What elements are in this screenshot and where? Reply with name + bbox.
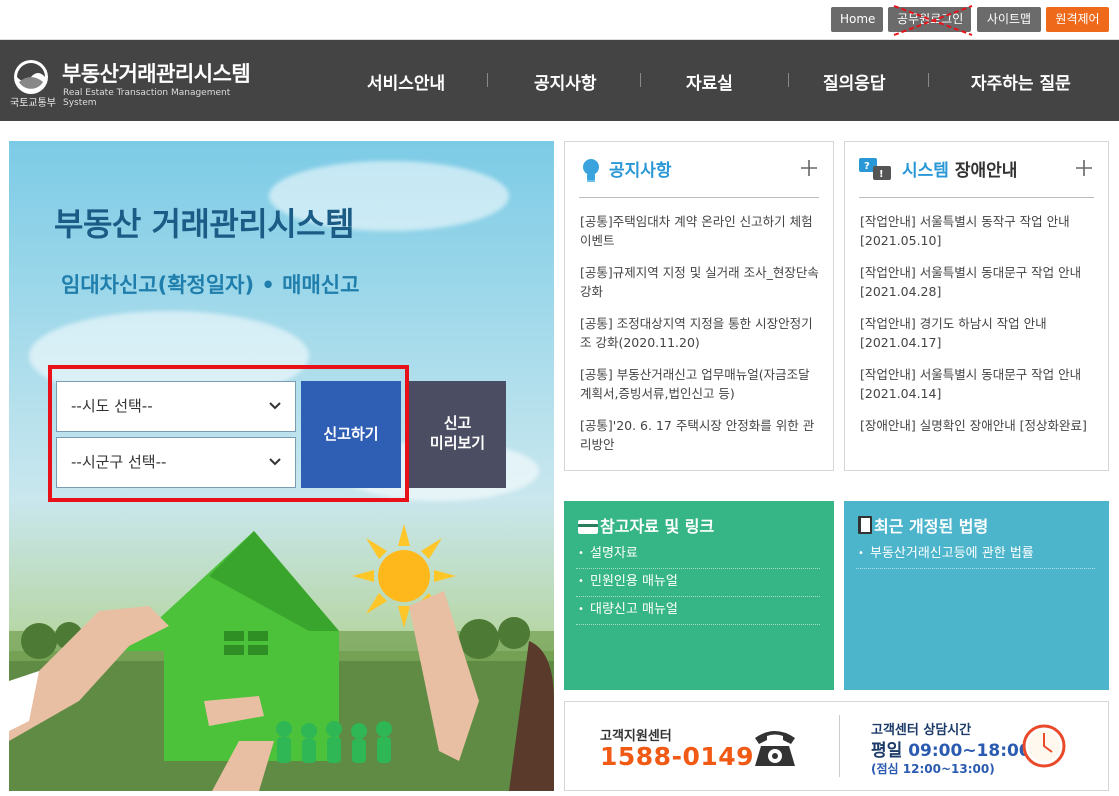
customer-center-phone: 1588-0149 — [600, 742, 755, 771]
preview-label-line2: 미리보기 — [429, 434, 486, 452]
plus-icon[interactable] — [1076, 160, 1092, 176]
divider — [839, 715, 840, 777]
lunch-hours: (점심 12:00~13:00) — [871, 762, 995, 776]
sido-select[interactable]: --시도 선택-- — [56, 381, 296, 432]
references-list: 설명자료 민원인용 매뉴얼 대량신고 매뉴얼 — [576, 541, 820, 625]
notice-title[interactable]: 공지사항 — [609, 156, 672, 181]
outage-title-rest: 장애안내 — [948, 161, 1018, 181]
report-button[interactable]: 신고하기 — [301, 381, 401, 488]
remote-control-button[interactable]: 원격제어 — [1046, 7, 1109, 32]
notice-title-text: 공지사항 — [609, 161, 672, 181]
nav-separator — [640, 73, 641, 87]
plus-icon[interactable] — [801, 160, 817, 176]
nav-separator — [487, 73, 488, 87]
laws-list: 부동산거래신고등에 관한 법률 — [856, 541, 1095, 569]
references-panel: 참고자료 및 링크 설명자료 민원인용 매뉴얼 대량신고 매뉴얼 — [564, 501, 834, 690]
notice-item[interactable]: [공통]'20. 6. 17 주택시장 안정화를 위한 관리방안 — [580, 416, 819, 454]
notice-item[interactable]: [공통] 부동산거래신고 업무매뉴얼(자금조달계획서,증빙서류,법인신고 등) — [580, 365, 819, 403]
chevron-down-icon — [269, 458, 281, 466]
clock-icon — [1022, 724, 1066, 768]
book-icon — [858, 516, 872, 534]
reference-link[interactable]: 대량신고 매뉴얼 — [576, 597, 820, 625]
outage-panel: ? ! 시스템 장애안내 [작업안내] 서울특별시 동작구 작업 안내 [202… — [844, 141, 1109, 471]
chat-icon: ? ! — [859, 158, 891, 180]
customer-center: 고객지원센터 1588-0149 고객센터 상담시간 평일 09:00~18:0… — [564, 701, 1109, 791]
hero-illustration — [9, 524, 554, 791]
chevron-down-icon — [269, 402, 281, 410]
outage-item[interactable]: [작업안내] 서울특별시 동대문구 작업 안내 [2021.04.28] — [860, 263, 1094, 301]
outage-title-accent: 시스템 — [902, 161, 949, 181]
nav-separator — [788, 73, 789, 87]
law-link[interactable]: 부동산거래신고등에 관한 법률 — [856, 541, 1095, 569]
top-utility-bar: Home 공무원로그인 사이트맵 원격제어 — [0, 0, 1119, 40]
outage-item[interactable]: [작업안내] 서울특별시 동작구 작업 안내 [2021.05.10] — [860, 212, 1094, 250]
main-nav: 서비스안내 공지사항 자료실 질의응답 자주하는 질문 — [330, 40, 1119, 121]
reference-link[interactable]: 설명자료 — [576, 541, 820, 569]
laws-title: 최근 개정된 법령 — [858, 513, 988, 537]
svg-text:!: ! — [879, 169, 884, 180]
notice-panel: 공지사항 [공통]주택임대차 계약 온라인 신고하기 체험 이벤트 [공통]규제… — [564, 141, 834, 471]
card-icon — [578, 520, 598, 534]
reference-link[interactable]: 민원인용 매뉴얼 — [576, 569, 820, 597]
preview-label-line1: 신고 — [443, 414, 472, 432]
hero-subtitle: 임대차신고(확정일자) • 매매신고 — [61, 273, 360, 297]
site-title: 부동산거래관리시스템 — [62, 62, 251, 86]
main-header: 국토교통부 부동산거래관리시스템 Real Estate Transaction… — [0, 40, 1119, 121]
hero-title: 부동산 거래관리시스템 — [54, 205, 355, 243]
laws-panel: 최근 개정된 법령 부동산거래신고등에 관한 법률 — [844, 501, 1109, 690]
nav-separator — [928, 73, 929, 87]
sigungu-select[interactable]: --시군구 선택-- — [56, 437, 296, 488]
nav-faq[interactable]: 자주하는 질문 — [971, 69, 1071, 94]
ministry-label: 국토교통부 — [10, 98, 56, 109]
sigungu-select-value: --시군구 선택-- — [71, 453, 167, 471]
nav-notices[interactable]: 공지사항 — [534, 69, 597, 94]
divider — [859, 197, 1094, 198]
svg-text:?: ? — [864, 161, 870, 172]
nav-archive[interactable]: 자료실 — [686, 69, 733, 94]
divider — [579, 197, 819, 198]
notice-item[interactable]: [공통] 조정대상지역 지정을 통한 시장안정기조 강화(2020.11.20) — [580, 314, 819, 352]
official-login-button[interactable]: 공무원로그인 — [888, 7, 971, 32]
outage-item[interactable]: [장애안내] 실명확인 장애안내 [정상화완료] — [860, 416, 1094, 435]
emblem-icon — [14, 60, 48, 94]
sido-select-value: --시도 선택-- — [71, 397, 153, 415]
nav-service-info[interactable]: 서비스안내 — [367, 69, 445, 94]
outage-title[interactable]: 시스템 장애안내 — [902, 156, 1017, 181]
home-button[interactable]: Home — [831, 7, 883, 32]
notice-item[interactable]: [공통]규제지역 지정 및 실거래 조사_현장단속 강화 — [580, 263, 819, 301]
site-logo[interactable]: 국토교통부 부동산거래관리시스템 Real Estate Transaction… — [10, 56, 255, 109]
outage-item[interactable]: [작업안내] 경기도 하남시 작업 안내 [2021.04.17] — [860, 314, 1094, 352]
references-title: 참고자료 및 링크 — [578, 513, 714, 537]
site-title-en: Real Estate Transaction Management Syste… — [63, 88, 231, 108]
hero-banner: 부동산 거래관리시스템 임대차신고(확정일자) • 매매신고 --시도 선택--… — [9, 141, 554, 791]
notice-item[interactable]: [공통]주택임대차 계약 온라인 신고하기 체험 이벤트 — [580, 212, 819, 250]
telephone-icon — [755, 731, 795, 766]
outage-list: [작업안내] 서울특별시 동작구 작업 안내 [2021.05.10] [작업안… — [860, 212, 1094, 448]
bulb-icon — [583, 159, 599, 182]
outage-item[interactable]: [작업안내] 서울특별시 동대문구 작업 안내 [2021.04.14] — [860, 365, 1094, 403]
consult-hours: 평일 09:00~18:00 — [871, 741, 1031, 761]
notice-list: [공통]주택임대차 계약 온라인 신고하기 체험 이벤트 [공통]규제지역 지정… — [580, 212, 819, 467]
nav-qna[interactable]: 질의응답 — [823, 69, 886, 94]
sitemap-button[interactable]: 사이트맵 — [977, 7, 1041, 32]
report-preview-button[interactable]: 신고 미리보기 — [409, 381, 506, 488]
